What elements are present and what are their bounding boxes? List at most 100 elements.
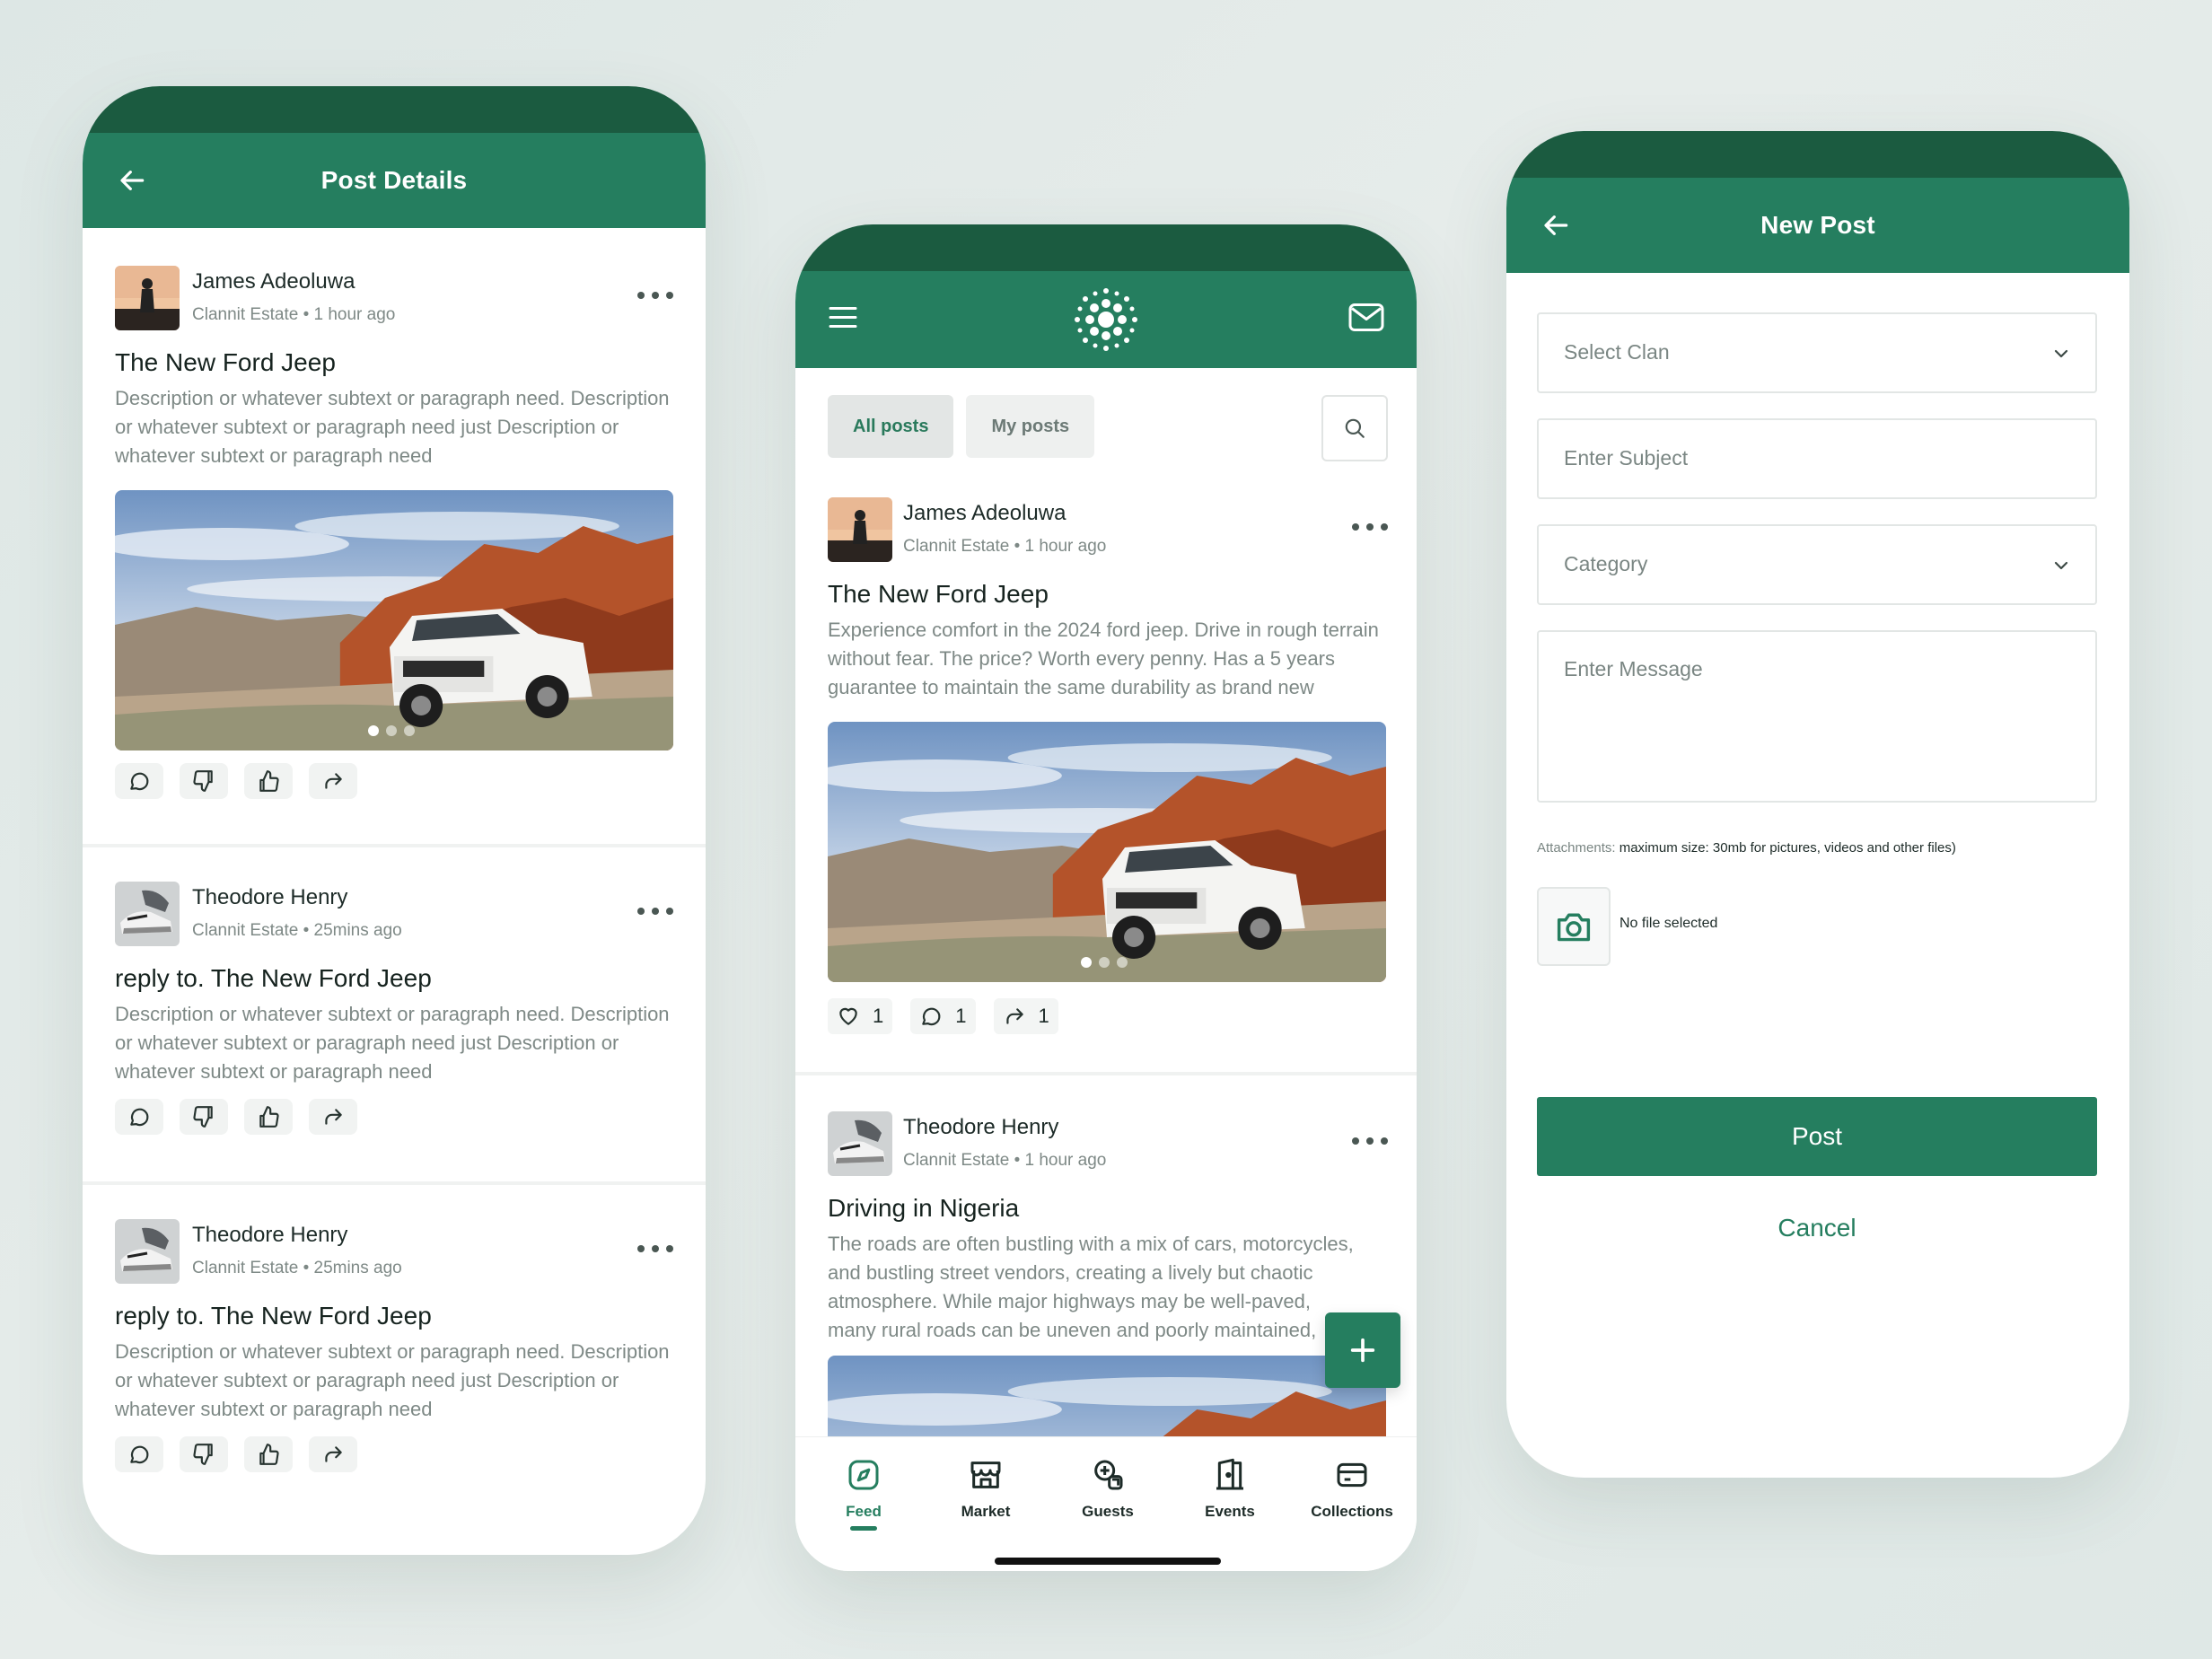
avatar[interactable] (828, 497, 892, 562)
post-image[interactable] (828, 1356, 1386, 1436)
share-counter[interactable]: 1 (993, 998, 1058, 1034)
share-button[interactable] (309, 1099, 357, 1135)
category-dropdown[interactable]: Category (1537, 524, 2097, 605)
post-description: Experience comfort in the 2024 ford jeep… (828, 619, 1379, 698)
page-title: Post Details (320, 166, 468, 194)
nav-collections[interactable]: Collections (1298, 1457, 1406, 1521)
new-post-screen: New Post Select Clan Enter Subject Categ… (1506, 131, 2129, 1478)
like-button[interactable] (244, 1099, 293, 1135)
like-button[interactable] (244, 763, 293, 799)
dislike-button[interactable] (180, 1099, 228, 1135)
author-name[interactable]: Theodore Henry (192, 885, 347, 910)
post-meta: Clannit Estate • 25mins ago (192, 921, 402, 940)
nav-label: Collections (1311, 1503, 1393, 1520)
author-name[interactable]: James Adeoluwa (903, 501, 1066, 526)
subject-input[interactable]: Enter Subject (1537, 418, 2097, 499)
page-title: New Post (1760, 211, 1875, 239)
reply-card: Theodore Henry Clannit Estate • 25mins a… (83, 882, 706, 1151)
more-options-button[interactable] (1352, 517, 1388, 537)
divider (83, 1181, 706, 1185)
messages-button[interactable] (1348, 303, 1384, 338)
more-options-button[interactable] (1352, 1131, 1388, 1151)
plus-icon (1350, 1338, 1375, 1363)
avatar[interactable] (115, 266, 180, 330)
share-button[interactable] (309, 763, 357, 799)
more-options-button[interactable] (637, 901, 673, 921)
share-icon (1005, 1008, 1023, 1024)
nav-market[interactable]: Market (932, 1457, 1040, 1521)
divider (795, 1072, 1417, 1075)
comment-button[interactable] (115, 1099, 163, 1135)
post-description: Description or whatever subtext or parag… (115, 1340, 670, 1420)
post-image[interactable] (115, 490, 673, 750)
nav-label: Feed (846, 1503, 882, 1520)
back-button[interactable] (117, 164, 149, 197)
author-name[interactable]: James Adeoluwa (192, 269, 355, 294)
post-description: Description or whatever subtext or parag… (115, 387, 670, 467)
field-placeholder: Category (1564, 552, 1648, 575)
post-title: The New Ford Jeep (828, 580, 1049, 608)
post-image[interactable] (828, 722, 1386, 982)
dislike-button[interactable] (180, 763, 228, 799)
post-button[interactable]: Post (1537, 1097, 2097, 1176)
like-counter[interactable]: 1 (828, 998, 893, 1034)
field-placeholder: Select Clan (1564, 340, 1670, 364)
comment-icon (130, 1108, 149, 1127)
thumbs-down-icon (193, 1106, 213, 1128)
back-button[interactable] (1540, 209, 1573, 241)
comment-counter[interactable]: 1 (910, 998, 976, 1034)
post-card: James Adeoluwa Clannit Estate • 1 hour a… (83, 266, 706, 894)
post-actions (115, 1099, 357, 1135)
carousel-dots (368, 725, 415, 736)
heart-icon (839, 1007, 857, 1025)
nav-events[interactable]: Events (1176, 1457, 1284, 1521)
share-icon (325, 1109, 342, 1125)
nav-label: Market (961, 1503, 1011, 1520)
nav-label: Events (1205, 1503, 1255, 1520)
arrow-left-icon (120, 171, 145, 190)
nav-feed[interactable]: Feed (810, 1457, 917, 1531)
reply-card: Theodore Henry Clannit Estate • 25mins a… (83, 1219, 706, 1488)
more-options-button[interactable] (637, 285, 673, 305)
post-title: reply to. The New Ford Jeep (115, 964, 432, 992)
select-clan-dropdown[interactable]: Select Clan (1537, 312, 2097, 393)
chevron-down-icon (2054, 349, 2068, 358)
avatar[interactable] (115, 1219, 180, 1284)
divider (83, 844, 706, 847)
post-meta: Clannit Estate • 25mins ago (192, 1259, 402, 1277)
search-button[interactable] (1321, 395, 1388, 461)
logo-icon (1075, 288, 1137, 351)
nav-guests[interactable]: Guests (1054, 1457, 1162, 1521)
field-placeholder: Enter Message (1564, 657, 1703, 680)
more-options-button[interactable] (637, 1239, 673, 1259)
dislike-button[interactable] (180, 1436, 228, 1472)
author-name[interactable]: Theodore Henry (192, 1223, 347, 1248)
comment-button[interactable] (115, 1436, 163, 1472)
new-post-fab[interactable] (1325, 1312, 1400, 1388)
status-bar (83, 86, 706, 133)
active-indicator (850, 1526, 877, 1531)
post-description: The roads are often bustling with a mix … (828, 1233, 1354, 1341)
tab-all-posts[interactable]: All posts (828, 395, 954, 458)
thumbs-up-icon (259, 770, 279, 792)
share-button[interactable] (309, 1436, 357, 1472)
cancel-button[interactable]: Cancel (1537, 1214, 2097, 1242)
wallet-icon (1337, 1462, 1367, 1488)
comment-icon (922, 1007, 941, 1026)
comment-icon (130, 1445, 149, 1464)
thumbs-up-icon (259, 1106, 279, 1128)
menu-button[interactable] (828, 304, 858, 336)
avatar[interactable] (828, 1111, 892, 1176)
arrow-left-icon (1544, 215, 1568, 235)
share-icon (325, 773, 342, 789)
attach-photo-button[interactable] (1537, 887, 1611, 966)
like-button[interactable] (244, 1436, 293, 1472)
mail-icon (1348, 303, 1384, 331)
comment-button[interactable] (115, 763, 163, 799)
message-textarea[interactable]: Enter Message (1537, 630, 2097, 803)
author-name[interactable]: Theodore Henry (903, 1115, 1058, 1140)
tab-my-posts[interactable]: My posts (966, 395, 1095, 458)
post-meta: Clannit Estate • 1 hour ago (903, 537, 1107, 556)
avatar[interactable] (115, 882, 180, 946)
thumbs-up-icon (259, 1444, 279, 1465)
